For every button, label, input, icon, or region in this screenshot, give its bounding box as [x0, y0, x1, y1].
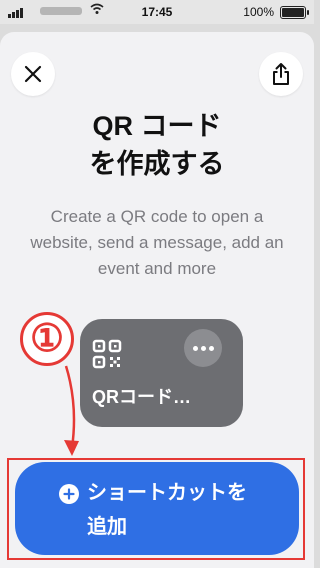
battery-percentage: 100% [243, 5, 274, 19]
plus-icon [59, 484, 79, 504]
page-title: QR コード を作成する [0, 107, 314, 183]
add-shortcut-label: ショートカットを 追加 [87, 476, 287, 544]
title-line-1: QR コード [92, 111, 222, 141]
shortcut-tile[interactable]: QRコード… [80, 319, 243, 427]
close-button[interactable] [11, 52, 55, 96]
shortcut-tile-label: QRコード… [92, 387, 191, 407]
add-shortcut-button[interactable]: ショートカットを 追加 [15, 462, 299, 555]
battery-fill [282, 8, 304, 17]
status-bar: 17:45 100% [0, 0, 314, 24]
qr-code-icon [92, 339, 122, 369]
step-number-marker: ① [20, 312, 74, 366]
add-label-line-1: ショートカットを [87, 482, 247, 504]
share-button[interactable] [259, 52, 303, 96]
battery-icon [280, 6, 309, 19]
title-line-2: を作成する [89, 149, 225, 179]
share-icon [273, 63, 289, 85]
more-icon[interactable] [184, 329, 222, 367]
close-icon [24, 65, 42, 83]
add-label-line-2: 追加 [87, 516, 127, 538]
shortcut-description: Create a QR code to open a website, send… [30, 207, 284, 278]
